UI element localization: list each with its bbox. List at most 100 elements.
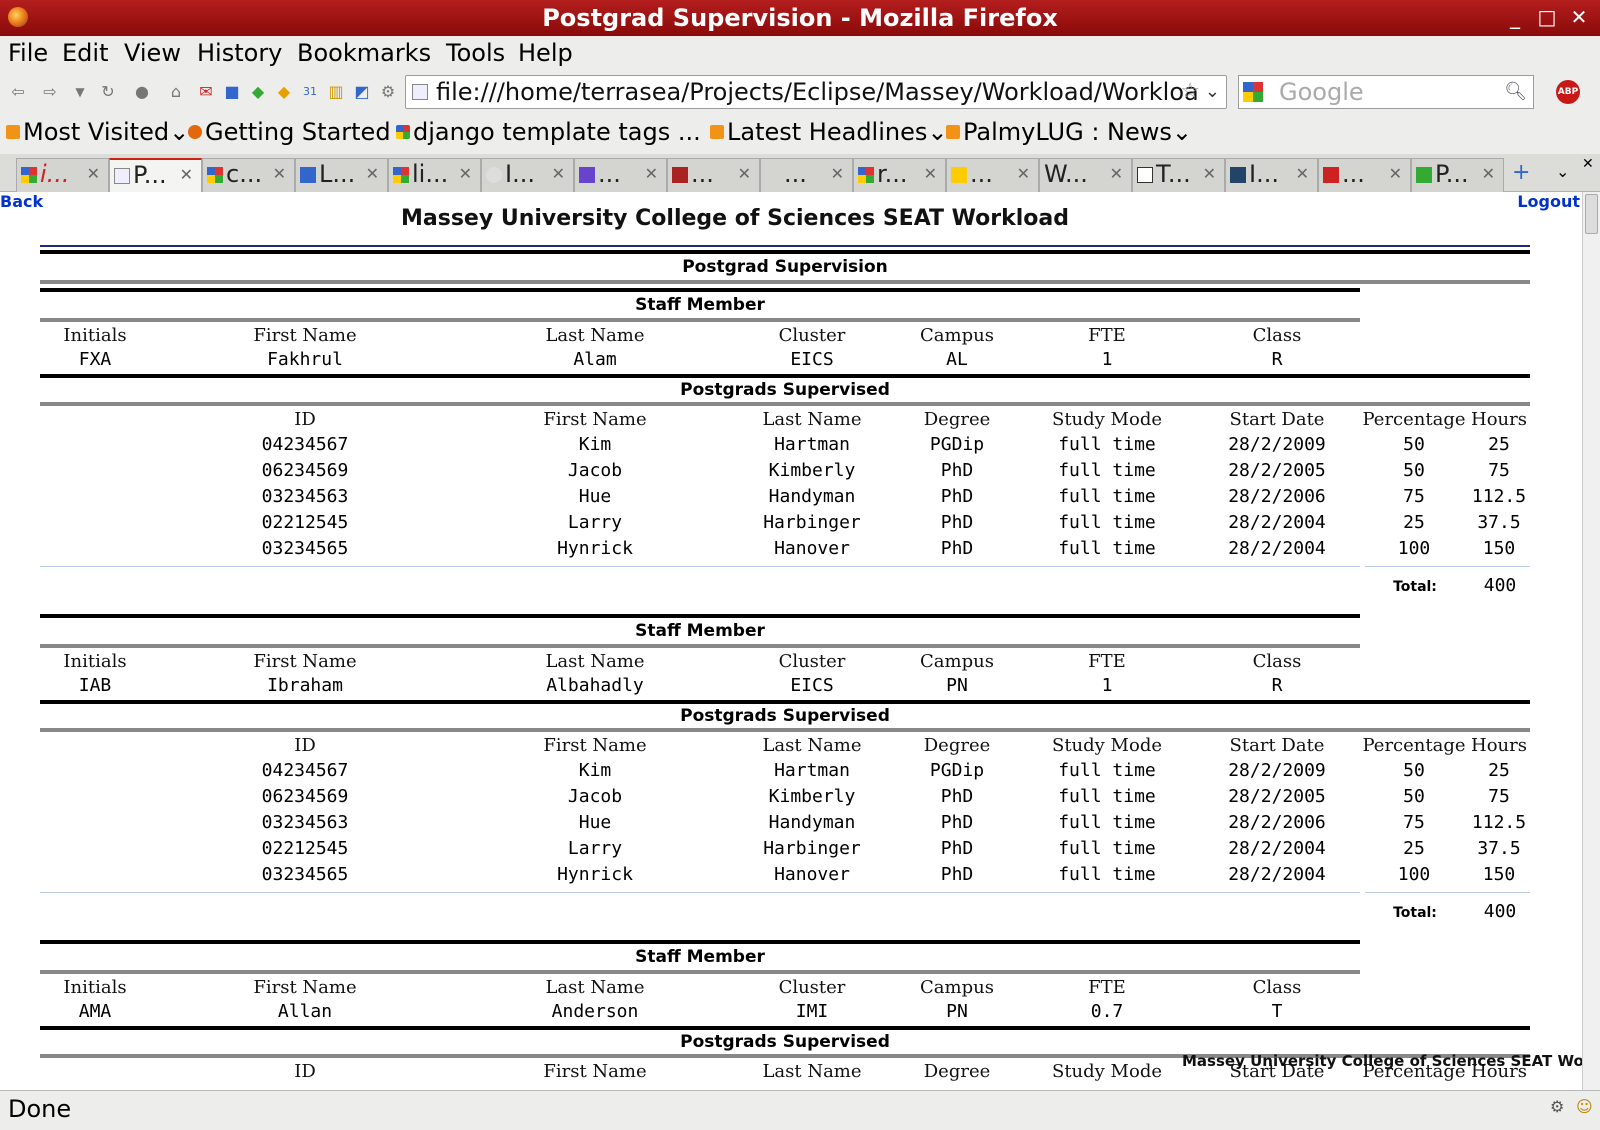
tab[interactable]: ... ✕ xyxy=(574,158,667,192)
search-input[interactable]: Google 🔍︎ xyxy=(1238,75,1534,109)
tab[interactable]: ... ✕ xyxy=(1318,158,1411,192)
tab[interactable]: I... ✕ xyxy=(1225,158,1318,192)
pg-col-study-mode: Study Mode xyxy=(1051,735,1162,756)
staff-class: R xyxy=(1271,675,1283,696)
status-text: Done xyxy=(8,1095,72,1123)
tab[interactable]: c... ✕ xyxy=(202,158,295,192)
gmail-icon[interactable]: ✉ xyxy=(196,82,216,102)
home-icon[interactable]: ⌂ xyxy=(166,82,186,102)
postgrads-supervised-heading: Postgrads Supervised xyxy=(680,706,890,726)
delicious-icon[interactable]: ■ xyxy=(222,82,242,102)
minimize-button[interactable]: _ xyxy=(1502,6,1528,30)
staff-col-first-name: First Name xyxy=(253,651,357,672)
reader-icon[interactable]: ▥ xyxy=(326,82,346,102)
tab[interactable]: r... ✕ xyxy=(853,158,946,192)
staff-member-heading: Staff Member xyxy=(635,947,765,967)
tab-active[interactable]: P... ✕ xyxy=(109,158,202,193)
tab[interactable]: W... ✕ xyxy=(1039,158,1132,192)
tab[interactable]: li... ✕ xyxy=(388,158,481,192)
pg-id: 06234569 xyxy=(261,786,349,807)
pg-first-name: Larry xyxy=(567,512,623,533)
scrollbar-thumb[interactable] xyxy=(1585,194,1598,234)
bookmark-palmylug-news[interactable]: PalmyLUG : News⌄ xyxy=(946,118,1192,146)
pg-first-name: Kim xyxy=(578,760,612,781)
menu-edit[interactable]: Edit xyxy=(62,39,108,67)
sync-icon[interactable]: ◩ xyxy=(352,82,372,102)
chevron-down-icon[interactable]: ⌄ xyxy=(1205,76,1220,108)
close-tab-icon[interactable]: ✕ xyxy=(831,159,844,189)
reload-icon[interactable]: ↻ xyxy=(98,82,118,102)
tab[interactable]: T... ✕ xyxy=(1132,158,1225,192)
pg-first-name: Hynrick xyxy=(557,864,633,885)
staff-col-first-name: First Name xyxy=(253,977,357,998)
close-tab-icon[interactable]: ✕ xyxy=(1017,159,1030,189)
close-tabs-icon[interactable]: ✕ xyxy=(1582,156,1594,172)
url-bar[interactable]: file:///home/terrasea/Projects/Eclipse/M… xyxy=(405,75,1227,109)
maximize-button[interactable]: □ xyxy=(1534,6,1560,30)
close-tab-icon[interactable]: ✕ xyxy=(1389,159,1402,189)
browser-window: Postgrad Supervision - Mozilla Firefox _… xyxy=(0,0,1600,1130)
pg-start-date: 28/2/2004 xyxy=(1228,838,1326,859)
menu-history[interactable]: History xyxy=(197,39,282,67)
photos-icon[interactable]: ◆ xyxy=(274,82,294,102)
tab[interactable]: L... ✕ xyxy=(295,158,388,192)
close-tab-icon[interactable]: ✕ xyxy=(1296,159,1309,189)
close-button[interactable]: ✕ xyxy=(1566,6,1592,30)
close-tab-icon[interactable]: ✕ xyxy=(924,159,937,189)
pg-col-start-date: Start Date xyxy=(1229,409,1325,430)
tab[interactable]: ... ✕ xyxy=(760,158,853,192)
close-tab-icon[interactable]: ✕ xyxy=(1482,159,1495,189)
close-tab-icon[interactable]: ✕ xyxy=(273,159,286,189)
close-tab-icon[interactable]: ✕ xyxy=(459,159,472,189)
pg-hours: 37.5 xyxy=(1477,512,1521,533)
vertical-scrollbar[interactable] xyxy=(1582,192,1600,1090)
close-tab-icon[interactable]: ✕ xyxy=(552,159,565,189)
bookmark-most-visited[interactable]: Most Visited⌄ xyxy=(6,118,189,146)
close-tab-icon[interactable]: ✕ xyxy=(87,159,100,189)
staff-first-name: Ibraham xyxy=(267,675,343,696)
menu-help[interactable]: Help xyxy=(518,39,573,67)
tab[interactable]: ... ✕ xyxy=(946,158,1039,192)
tab[interactable]: i... ✕ xyxy=(16,158,109,192)
search-icon[interactable]: 🔍︎ xyxy=(1504,76,1527,108)
bookmark-getting-started[interactable]: Getting Started xyxy=(188,118,391,146)
tab[interactable]: I... ✕ xyxy=(481,158,574,192)
close-tab-icon[interactable]: ✕ xyxy=(1203,159,1216,189)
menu-tools[interactable]: Tools xyxy=(446,39,505,67)
bookmark-django-template-tags[interactable]: django template tags ... xyxy=(396,118,701,146)
close-tab-icon[interactable]: ✕ xyxy=(366,159,379,189)
tab[interactable]: ... ✕ xyxy=(667,158,760,192)
menu-view[interactable]: View xyxy=(124,39,181,67)
menu-file[interactable]: File xyxy=(8,39,48,67)
history-dropdown-icon[interactable]: ▼ xyxy=(70,82,90,102)
pg-start-date: 28/2/2006 xyxy=(1228,486,1326,507)
site-icon xyxy=(951,167,967,183)
forward-arrow-icon[interactable]: ⇨ xyxy=(40,82,60,102)
close-tab-icon[interactable]: ✕ xyxy=(180,160,193,190)
google-search-icon[interactable] xyxy=(1243,82,1263,102)
firefox-icon xyxy=(188,125,202,139)
stop-icon[interactable]: ● xyxy=(132,82,152,102)
star-icon[interactable]: ☆ xyxy=(1180,76,1200,108)
google-icon[interactable]: ◆ xyxy=(248,82,268,102)
rss-icon xyxy=(946,125,960,139)
logout-link[interactable]: Logout xyxy=(1517,192,1580,211)
tab[interactable]: P... ✕ xyxy=(1411,158,1504,192)
gear-icon[interactable]: ⚙ xyxy=(378,82,398,102)
calendar-icon[interactable]: 31 xyxy=(300,82,320,102)
adblock-icon[interactable]: ABP xyxy=(1556,80,1580,104)
back-arrow-icon[interactable]: ⇦ xyxy=(8,82,28,102)
close-tab-icon[interactable]: ✕ xyxy=(738,159,751,189)
pg-start-date: 28/2/2009 xyxy=(1228,760,1326,781)
new-tab-icon[interactable]: + xyxy=(1512,160,1530,185)
close-tab-icon[interactable]: ✕ xyxy=(1110,159,1123,189)
site-icon xyxy=(1230,167,1246,183)
pg-first-name: Hue xyxy=(578,812,612,833)
title-divider xyxy=(40,245,1530,247)
menu-bookmarks[interactable]: Bookmarks xyxy=(297,39,431,67)
tab-list-chevron-icon[interactable]: ⌄ xyxy=(1556,162,1569,181)
staff-class: T xyxy=(1271,1001,1283,1022)
pg-degree: PhD xyxy=(940,538,974,559)
bookmark-latest-headlines[interactable]: Latest Headlines⌄ xyxy=(710,118,947,146)
close-tab-icon[interactable]: ✕ xyxy=(645,159,658,189)
